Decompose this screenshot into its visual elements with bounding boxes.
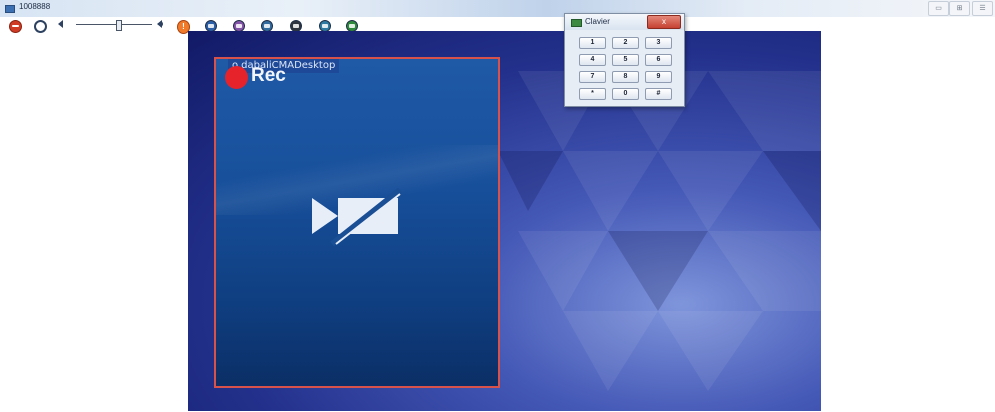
keypad-grid: 1 2 3 4 5 6 7 8 9 * 0 # <box>565 14 684 106</box>
volume-slider-thumb[interactable] <box>116 20 122 31</box>
key-hash[interactable]: # <box>645 88 672 100</box>
speaker-on-icon[interactable] <box>157 20 163 28</box>
key-8[interactable]: 8 <box>612 71 639 83</box>
record-label: Rec <box>251 65 286 86</box>
volume-slider[interactable] <box>76 24 152 25</box>
key-5[interactable]: 5 <box>612 54 639 66</box>
keypad-window: Clavier x 1 2 3 4 5 6 7 8 9 * 0 # <box>564 13 685 107</box>
key-0[interactable]: 0 <box>612 88 639 100</box>
record-indicator <box>225 66 248 89</box>
key-2[interactable]: 2 <box>612 37 639 49</box>
key-1[interactable]: 1 <box>579 37 606 49</box>
window-title: 1008888 <box>19 2 51 11</box>
key-9[interactable]: 9 <box>645 71 672 83</box>
app-icon <box>5 5 15 13</box>
key-6[interactable]: 6 <box>645 54 672 66</box>
key-star[interactable]: * <box>579 88 606 100</box>
key-7[interactable]: 7 <box>579 71 606 83</box>
speaker-mute-icon[interactable] <box>58 20 63 28</box>
key-3[interactable]: 3 <box>645 37 672 49</box>
hangup-icon[interactable] <box>9 20 22 33</box>
menu-button[interactable]: ☰ <box>972 1 993 16</box>
video-off-icon <box>312 188 402 246</box>
minimize-button[interactable]: ▭ <box>928 1 949 16</box>
maximize-button[interactable]: ⊞ <box>949 1 970 16</box>
key-4[interactable]: 4 <box>579 54 606 66</box>
ring-icon[interactable] <box>34 20 47 33</box>
title-bar: 1008888 ▭ ⊞ ☰ <box>0 0 995 17</box>
